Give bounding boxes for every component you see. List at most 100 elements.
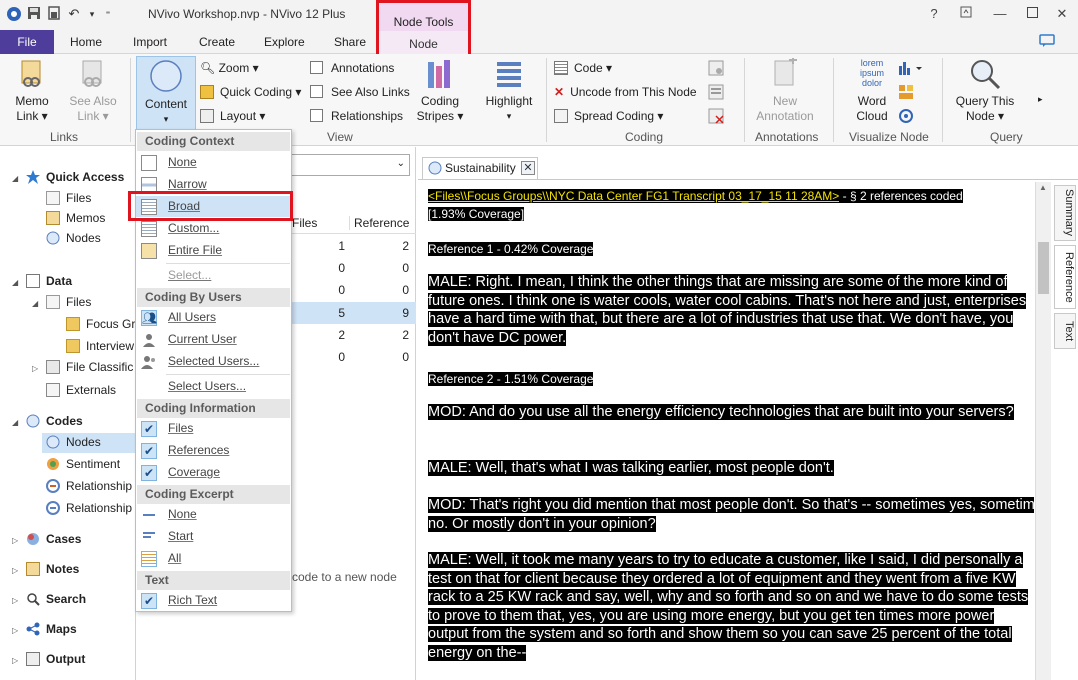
collapse-icon[interactable]: ◢ bbox=[12, 418, 18, 427]
memo-link-button[interactable]: Memo Link ▾ bbox=[8, 58, 56, 124]
save-icon[interactable] bbox=[26, 6, 42, 22]
code-button[interactable]: Code ▾ bbox=[554, 61, 612, 75]
close-tab-icon[interactable]: ✕ bbox=[521, 161, 535, 175]
range-code-icon[interactable] bbox=[708, 84, 724, 103]
tab-home[interactable]: Home bbox=[70, 35, 102, 49]
nav-codes[interactable]: Codes bbox=[26, 414, 83, 428]
scroll-up-icon[interactable]: ▲ bbox=[1039, 183, 1047, 192]
coding-stripes-button[interactable]: Coding Stripes ▾ bbox=[412, 58, 468, 124]
layout-button[interactable]: Layout ▾ bbox=[200, 109, 265, 123]
expand-icon[interactable]: ▷ bbox=[32, 364, 38, 373]
menu-item-info-references[interactable]: ✔ References bbox=[136, 440, 291, 461]
menu-item-info-coverage[interactable]: ✔ Coverage bbox=[136, 462, 291, 483]
ribbon-scroll-right-icon[interactable]: ▸ bbox=[1038, 94, 1043, 105]
tab-explore[interactable]: Explore bbox=[264, 35, 305, 49]
customize-qat-icon[interactable]: ⁼ bbox=[100, 6, 116, 22]
tab-import[interactable]: Import bbox=[133, 35, 167, 49]
nav-quick-access[interactable]: Quick Access bbox=[26, 170, 124, 184]
nav-codes-nodes[interactable]: Nodes bbox=[42, 433, 136, 453]
nav-cases[interactable]: Cases bbox=[26, 532, 81, 546]
menu-item-context-none[interactable]: None bbox=[136, 152, 291, 173]
menu-item-context-custom[interactable]: Custom... bbox=[136, 218, 291, 239]
see-also-links-checkbox[interactable] bbox=[310, 85, 323, 98]
menu-item-select-users[interactable]: Select Users... bbox=[136, 376, 291, 397]
close-button[interactable]: ✕ bbox=[1050, 4, 1074, 24]
nav-file-classifications[interactable]: File Classific bbox=[46, 360, 133, 374]
nav-data[interactable]: Data bbox=[26, 274, 72, 288]
minimize-button[interactable]: — bbox=[988, 4, 1012, 24]
scroll-thumb[interactable] bbox=[1038, 242, 1049, 294]
expand-icon[interactable]: ▷ bbox=[12, 656, 18, 665]
nav-relationship-types[interactable]: Relationship bbox=[46, 501, 132, 515]
collapse-icon[interactable]: ◢ bbox=[32, 299, 38, 308]
highlight-button[interactable]: Highlight ▾ bbox=[480, 58, 538, 124]
uncode-all-icon[interactable] bbox=[708, 108, 724, 127]
nav-maps[interactable]: Maps bbox=[26, 622, 77, 636]
expand-icon[interactable]: ▷ bbox=[12, 536, 18, 545]
undo-icon[interactable]: ↶ bbox=[66, 6, 82, 22]
menu-item-all-users[interactable]: 👥︎ All Users bbox=[136, 307, 291, 328]
nav-folder-interviews[interactable]: Interview bbox=[66, 339, 134, 353]
nav-data-files[interactable]: Files bbox=[46, 295, 91, 309]
query-this-node-button[interactable]: Query This Node ▾ bbox=[952, 58, 1018, 124]
nav-sentiment[interactable]: Sentiment bbox=[46, 457, 120, 471]
tab-file[interactable]: File bbox=[0, 30, 54, 54]
tab-reference[interactable]: Reference bbox=[1054, 245, 1076, 309]
annotations-checkbox[interactable] bbox=[310, 61, 323, 74]
nav-search[interactable]: Search bbox=[26, 592, 86, 606]
hierarchy-chart-icon[interactable] bbox=[898, 84, 914, 103]
tab-create[interactable]: Create bbox=[199, 35, 235, 49]
column-references[interactable]: Reference bbox=[349, 216, 409, 230]
nav-qa-memos[interactable]: Memos bbox=[46, 211, 105, 225]
collapse-icon[interactable]: ◢ bbox=[12, 174, 18, 183]
nav-relationships[interactable]: Relationship bbox=[46, 479, 132, 493]
zoom-button[interactable]: 🔍︎ Zoom ▾ bbox=[200, 61, 259, 75]
nav-externals[interactable]: Externals bbox=[46, 383, 116, 397]
expand-icon[interactable]: ▷ bbox=[12, 566, 18, 575]
menu-item-excerpt-none[interactable]: None bbox=[136, 504, 291, 525]
menu-item-selected-users[interactable]: Selected Users... bbox=[136, 351, 291, 372]
menu-item-excerpt-all[interactable]: All bbox=[136, 548, 291, 569]
annotations-toggle[interactable]: Annotations bbox=[310, 61, 394, 75]
chart-icon[interactable] bbox=[898, 60, 924, 79]
auto-code-icon[interactable] bbox=[708, 60, 724, 79]
node-tools-context-tab[interactable]: Node Tools Node bbox=[376, 0, 471, 57]
expand-icon[interactable]: ▷ bbox=[12, 626, 18, 635]
menu-item-context-select[interactable]: Select... bbox=[136, 265, 291, 286]
menu-item-rich-text[interactable]: ✔ Rich Text bbox=[136, 590, 291, 611]
nav-qa-files[interactable]: Files bbox=[46, 191, 91, 205]
menu-item-current-user[interactable]: Current User bbox=[136, 329, 291, 350]
help-button[interactable]: ? bbox=[922, 4, 946, 24]
quick-coding-button[interactable]: Quick Coding ▾ bbox=[200, 85, 301, 99]
spread-coding-button[interactable]: Spread Coding ▾ bbox=[554, 109, 663, 123]
relationships-checkbox[interactable] bbox=[310, 109, 323, 122]
comment-icon[interactable] bbox=[1039, 34, 1055, 51]
vertical-scrollbar[interactable]: ▲ bbox=[1035, 182, 1051, 680]
open-icon[interactable] bbox=[46, 6, 62, 22]
see-also-links-toggle[interactable]: See Also Links bbox=[310, 85, 410, 99]
word-cloud-button[interactable]: lorem ipsum dolor Word Cloud bbox=[846, 58, 898, 124]
collapse-icon[interactable]: ◢ bbox=[12, 278, 18, 287]
expand-icon[interactable]: ▷ bbox=[12, 596, 18, 605]
column-files[interactable]: Files bbox=[292, 216, 317, 230]
tab-share[interactable]: Share bbox=[334, 35, 366, 49]
uncode-button[interactable]: ✕ Uncode from This Node bbox=[554, 85, 697, 99]
nav-qa-nodes[interactable]: Nodes bbox=[46, 231, 101, 245]
tab-summary[interactable]: Summary bbox=[1054, 185, 1076, 241]
menu-item-excerpt-start[interactable]: Start bbox=[136, 526, 291, 547]
restore-ribbon-icon[interactable] bbox=[954, 4, 978, 24]
tab-text[interactable]: Text bbox=[1054, 313, 1076, 349]
file-link[interactable]: <Files\\Focus Groups\\NYC Data Center FG… bbox=[428, 189, 840, 203]
undo-dropdown-icon[interactable]: ▾ bbox=[84, 6, 100, 22]
content-button[interactable]: Content ▾ bbox=[136, 56, 196, 130]
list-filter-dropdown[interactable]: ⌄ bbox=[279, 154, 410, 176]
relationships-toggle[interactable]: Relationships bbox=[310, 109, 403, 123]
nav-output[interactable]: Output bbox=[26, 652, 85, 666]
see-also-link-button[interactable]: See Also Link ▾ bbox=[66, 58, 120, 124]
nav-notes[interactable]: Notes bbox=[26, 562, 79, 576]
maximize-button[interactable] bbox=[1020, 4, 1044, 24]
new-annotation-button[interactable]: New Annotation bbox=[752, 56, 818, 124]
nav-folder-focus-groups[interactable]: Focus Gr bbox=[66, 317, 135, 331]
reference-document[interactable]: <Files\\Focus Groups\\NYC Data Center FG… bbox=[424, 182, 1034, 680]
cluster-analysis-icon[interactable] bbox=[898, 108, 914, 127]
